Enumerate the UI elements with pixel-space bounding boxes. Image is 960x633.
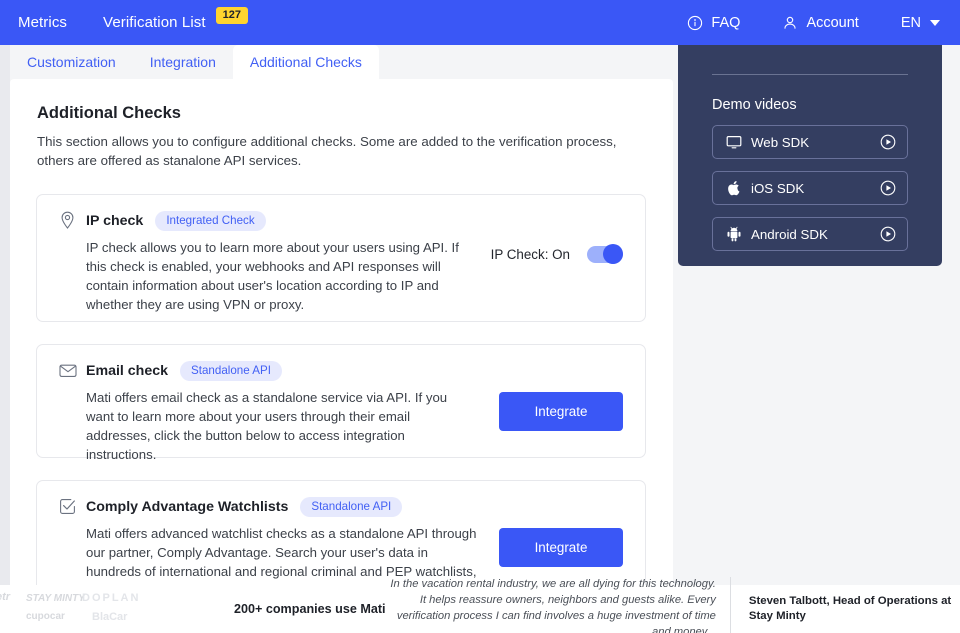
play-icon[interactable] xyxy=(880,180,896,196)
partner-logo-2: DOPLAN xyxy=(82,592,141,604)
ip-check-toggle-knob xyxy=(603,244,623,265)
nav-item-faq-label: FAQ xyxy=(711,14,741,31)
tab-additional-checks[interactable]: Additional Checks xyxy=(232,45,379,79)
page-description: This section allows you to configure add… xyxy=(37,134,617,169)
sdk-button-web-label: Web SDK xyxy=(751,134,810,150)
location-pin-icon xyxy=(58,211,77,230)
check-card-email-pill: Standalone API xyxy=(180,360,282,381)
partner-logo-1: STAY MINTY xyxy=(26,593,85,604)
demo-videos-heading: Demo videos xyxy=(712,97,797,113)
top-navigation-bar: Metrics Verification List 127 FAQ Accoun… xyxy=(0,0,960,45)
nav-item-language-label: EN xyxy=(900,14,921,31)
check-card-ip-title: IP check xyxy=(86,212,144,229)
page-title: Additional Checks xyxy=(37,104,181,122)
nav-link-metrics[interactable]: Metrics xyxy=(18,14,67,31)
comply-advantage-integrate-button[interactable]: Integrate xyxy=(499,527,623,567)
check-card-comply-advantage-title: Comply Advantage Watchlists xyxy=(86,498,289,515)
nav-item-account-label: Account xyxy=(806,14,859,31)
verification-count-badge: 127 xyxy=(215,7,248,24)
check-card-comply-advantage-pill: Standalone API xyxy=(300,496,403,517)
footer-bar: etr STAY MINTY DOPLAN cupocar BlaCar 200… xyxy=(0,577,960,633)
check-card-email: Email check Standalone API Mati offers e… xyxy=(36,343,646,462)
ip-check-toggle[interactable] xyxy=(587,244,623,265)
check-card-email-header: Email check Standalone API xyxy=(37,345,645,381)
partner-logo-0: etr xyxy=(0,591,11,603)
main-content-card: Additional Checks This section allows yo… xyxy=(10,79,673,620)
check-card-email-action: Integrate xyxy=(499,388,645,431)
apple-icon xyxy=(724,180,744,196)
check-card-comply-advantage-action: Integrate xyxy=(499,524,645,567)
monitor-icon xyxy=(724,135,744,150)
check-card-ip-action: IP Check: On xyxy=(490,238,645,265)
sdk-button-ios[interactable]: iOS SDK xyxy=(712,171,908,205)
nav-item-faq[interactable]: FAQ xyxy=(687,15,740,31)
nav-right-group: FAQ Account EN xyxy=(645,15,960,31)
email-integrate-button[interactable]: Integrate xyxy=(499,391,623,431)
testimonial-author: Steven Talbott, Head of Operations at St… xyxy=(748,595,952,622)
chevron-down-icon xyxy=(930,19,940,26)
tab-integration[interactable]: Integration xyxy=(133,45,233,79)
checkbox-checked-icon xyxy=(58,498,77,515)
partner-logos: etr STAY MINTY DOPLAN cupocar BlaCar xyxy=(0,585,300,633)
check-card-email-body: Mati offers email check as a standalone … xyxy=(37,381,645,464)
nav-link-verification-list[interactable]: Verification List xyxy=(103,14,206,31)
nav-item-account[interactable]: Account xyxy=(782,14,859,31)
nav-left-group: Metrics Verification List 127 xyxy=(0,7,248,31)
left-edge-strip xyxy=(0,45,10,585)
check-card-ip: IP check Integrated Check IP check allow… xyxy=(36,193,646,322)
check-card-email-title: Email check xyxy=(86,362,169,379)
nav-item-language[interactable]: EN xyxy=(901,15,940,31)
check-card-ip-description: IP check allows you to learn more about … xyxy=(86,239,459,312)
check-card-ip-body: IP check allows you to learn more about … xyxy=(37,231,645,314)
person-icon xyxy=(782,15,798,31)
sdk-button-web[interactable]: Web SDK xyxy=(712,125,908,159)
play-icon[interactable] xyxy=(880,226,896,242)
envelope-icon xyxy=(58,363,77,378)
page-root: Metrics Verification List 127 FAQ Accoun… xyxy=(0,0,960,633)
demo-videos-panel: Demo videos Web SDK iOS SDK Android SDK xyxy=(678,38,942,266)
testimonial-quote: In the vacation rental industry, we are … xyxy=(386,577,731,633)
play-icon[interactable] xyxy=(880,134,896,150)
tab-customization[interactable]: Customization xyxy=(10,45,133,79)
ip-check-toggle-label: IP Check: On xyxy=(490,246,570,262)
info-icon xyxy=(687,15,703,31)
sdk-button-android-label: Android SDK xyxy=(751,226,828,242)
android-icon xyxy=(724,226,744,242)
sdk-button-android[interactable]: Android SDK xyxy=(712,217,908,251)
check-card-email-description: Mati offers email check as a standalone … xyxy=(86,389,448,462)
check-card-ip-header: IP check Integrated Check xyxy=(37,195,645,231)
partner-logo-3: cupocar xyxy=(26,611,65,622)
partner-logo-4: BlaCar xyxy=(92,611,128,623)
sdk-button-ios-label: iOS SDK xyxy=(751,180,805,196)
check-card-comply-advantage-header: Comply Advantage Watchlists Standalone A… xyxy=(37,481,645,517)
check-card-ip-pill: Integrated Check xyxy=(155,210,266,231)
